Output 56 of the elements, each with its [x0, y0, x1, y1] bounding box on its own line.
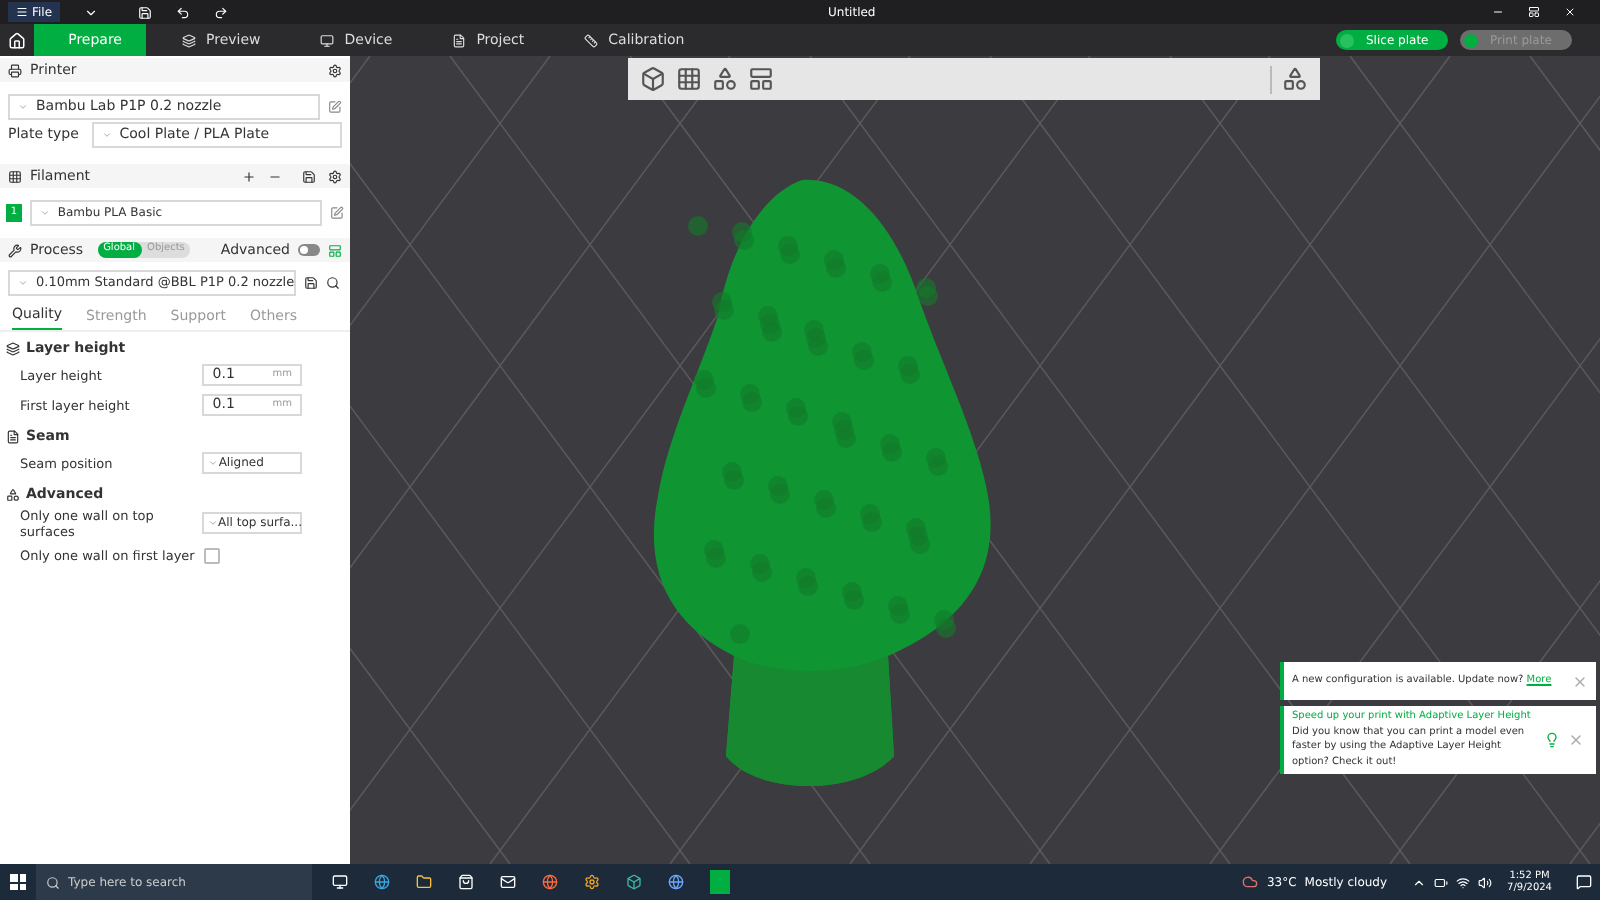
home-icon[interactable] — [8, 31, 26, 49]
app-icon[interactable] — [584, 874, 600, 890]
search-icon — [46, 875, 60, 889]
group-icon — [6, 341, 20, 355]
caret-icon — [39, 208, 50, 218]
caret-icon[interactable] — [84, 5, 99, 19]
mail-icon[interactable] — [500, 874, 516, 890]
weather-icon — [1242, 874, 1259, 890]
edit-icon[interactable] — [328, 100, 342, 114]
notifications-icon[interactable] — [1576, 874, 1592, 890]
caret-icon — [101, 130, 112, 140]
save-icon[interactable] — [304, 276, 318, 290]
caret-icon — [208, 518, 218, 528]
task-view-icon[interactable] — [332, 874, 348, 890]
tab-icon — [320, 33, 335, 47]
undo-icon[interactable] — [176, 5, 191, 19]
tab-icon — [452, 33, 467, 47]
menu-icon — [16, 6, 28, 18]
parts-icon[interactable] — [1282, 66, 1308, 92]
layout-icon[interactable] — [748, 66, 774, 92]
advanced-switch[interactable] — [298, 244, 320, 256]
browser-icon[interactable] — [668, 874, 684, 890]
arrange-icon[interactable] — [712, 66, 738, 92]
search-icon[interactable] — [326, 276, 340, 290]
restore-icon[interactable] — [1528, 6, 1540, 18]
caret-icon — [18, 102, 28, 112]
edit-icon[interactable] — [330, 206, 344, 220]
grid-icon — [8, 169, 22, 183]
wrench-icon — [8, 243, 22, 257]
start-icon[interactable] — [10, 874, 26, 890]
battery-icon — [1433, 875, 1448, 889]
redo-icon[interactable] — [214, 5, 229, 19]
caret-icon — [208, 458, 219, 468]
wifi-icon — [1455, 875, 1470, 889]
tab-icon — [182, 33, 196, 47]
grid-icon[interactable] — [676, 66, 702, 92]
minimize-icon[interactable] — [1492, 6, 1504, 18]
app-icon[interactable] — [626, 874, 642, 890]
tab-icon — [584, 33, 599, 47]
checkbox[interactable] — [204, 547, 220, 563]
settings-icon[interactable] — [328, 63, 342, 77]
group-icon — [6, 429, 20, 443]
printer-icon — [8, 63, 22, 77]
volume-icon[interactable] — [1477, 875, 1492, 889]
add-icon[interactable] — [242, 169, 256, 183]
save-icon[interactable] — [302, 169, 316, 183]
add-cube-icon[interactable] — [640, 66, 666, 92]
group-icon — [6, 487, 20, 501]
browser-icon[interactable] — [542, 874, 558, 890]
browser-icon[interactable] — [374, 874, 390, 890]
tip-icon — [1544, 732, 1560, 748]
caret-icon — [18, 278, 28, 288]
settings-icon[interactable] — [328, 169, 342, 183]
folder-icon[interactable] — [416, 874, 432, 890]
store-icon[interactable] — [458, 874, 474, 890]
tray-chevron-icon[interactable] — [1411, 875, 1426, 889]
